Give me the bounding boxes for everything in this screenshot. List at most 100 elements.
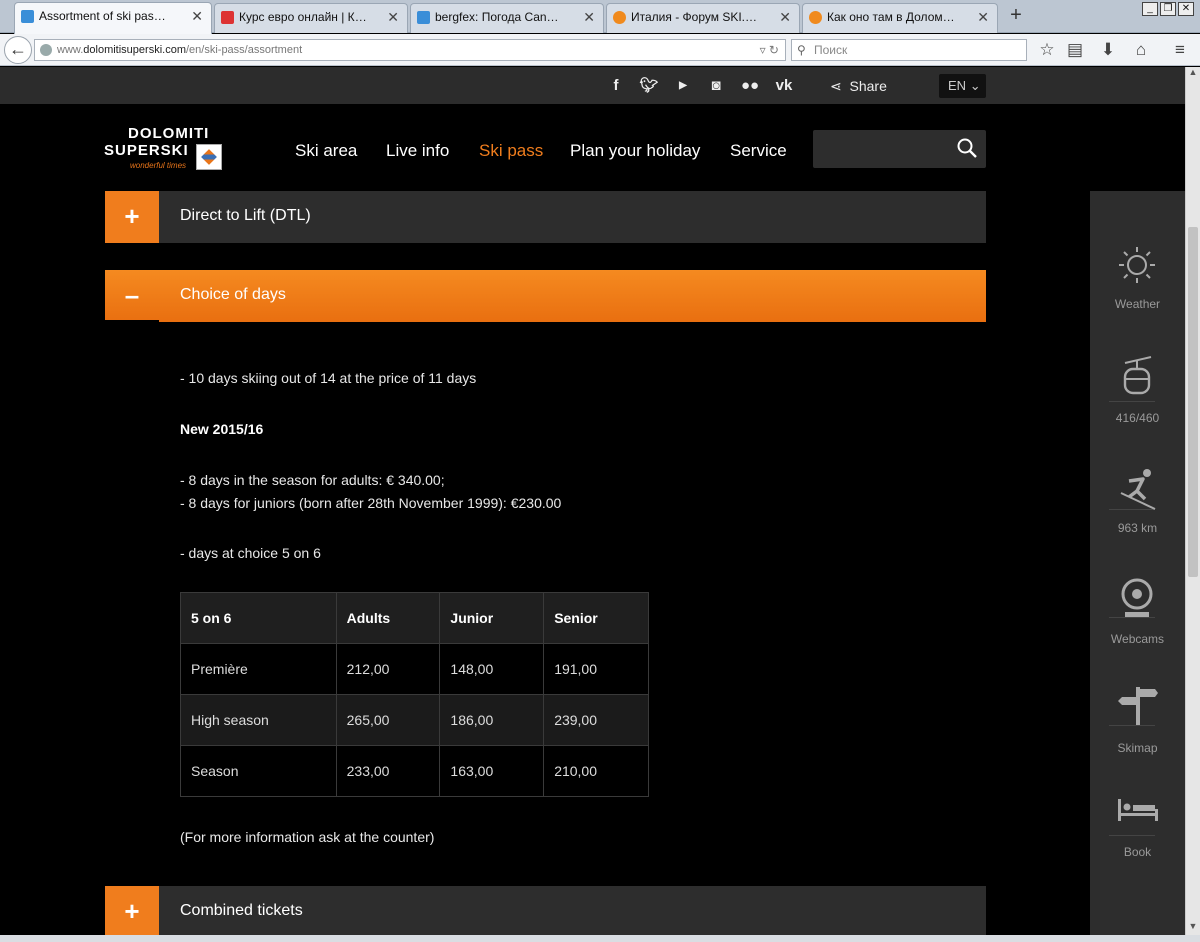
download-icon[interactable]: ⬇ [1096,38,1120,62]
accordion-title: Direct to Lift (DTL) [180,207,311,224]
nav-live-info[interactable]: Live info [386,141,449,161]
home-icon[interactable]: ⌂ [1129,38,1153,62]
sidebar-item-skimap[interactable]: Skimap [1090,683,1185,791]
nav-service[interactable]: Service [730,141,787,161]
table-cell: 233,00 [335,745,441,797]
browser-tab-0[interactable]: Assortment of ski passes D... ✕ [14,2,212,34]
scrollbar-thumb[interactable] [1188,227,1198,577]
favicon-icon [613,11,626,24]
favicon-icon [417,11,430,24]
sidebar-item-webcams[interactable]: Webcams [1090,576,1185,684]
facebook-icon[interactable]: f [604,75,628,97]
accordion-combined-tickets[interactable]: + Combined tickets [105,886,986,935]
favicon-icon [809,11,822,24]
offer-line-juniors: - 8 days for juniors (born after 28th No… [180,495,562,511]
dolomiti-superski-logo[interactable]: DOLOMITI SUPERSKI wonderful times [104,125,224,175]
table-cell: 210,00 [543,745,649,797]
page-scrollbar[interactable]: ▲ ▼ [1185,67,1200,935]
sidebar-label: 416/460 [1115,411,1160,425]
close-tab-icon[interactable]: ✕ [779,4,791,30]
favicon-icon [221,11,234,24]
table-cell: 186,00 [439,694,545,746]
twitter-icon[interactable]: 🐦︎ [637,75,661,97]
site-header: DOLOMITI SUPERSKI wonderful times Ski ar… [0,104,1185,191]
url-path: /en/ski-pass/assortment [185,44,303,56]
sidebar-item-slopes[interactable]: 963 km [1090,467,1185,575]
instagram-icon[interactable]: ◙ [704,75,728,97]
sun-icon [1119,247,1155,283]
close-window-icon[interactable]: ✕ [1178,2,1194,16]
accordion-direct-to-lift[interactable]: + Direct to Lift (DTL) [105,191,986,243]
collapse-icon[interactable]: – [105,270,159,322]
accordion-title: Combined tickets [180,902,303,919]
search-icon[interactable] [956,137,978,159]
new-tab-button[interactable]: + [1006,4,1026,27]
webcam-icon [1121,578,1153,617]
browser-tab-1[interactable]: Курс евро онлайн | Курс е... ✕ [214,3,408,33]
accordion-title: Choice of days [180,286,286,303]
close-tab-icon[interactable]: ✕ [583,4,595,30]
table-row: Première 212,00 148,00 191,00 [180,643,649,695]
globe-icon [40,44,52,56]
share-icon: ⋖ [830,78,842,94]
browser-tab-3[interactable]: Италия - Форум SKI.RU ✕ [606,3,800,33]
nav-ski-area[interactable]: Ski area [295,141,357,161]
url-bar[interactable]: www.dolomitisuperski.com/en/ski-pass/ass… [34,39,786,61]
tab-label: Италия - Форум SKI.RU [631,10,759,24]
logo-line2: SUPERSKI [104,142,189,159]
search-icon: ⚲ [797,43,806,57]
close-tab-icon[interactable]: ✕ [387,4,399,30]
accordion-choice-of-days[interactable]: – Choice of days [105,270,986,322]
scroll-down-icon[interactable]: ▼ [1186,921,1200,935]
reload-icon[interactable]: ▿ ↻ [760,40,779,60]
minimize-icon[interactable]: _ [1142,2,1158,16]
sidebar-item-book[interactable]: Book [1090,795,1185,903]
sidebar-label: Book [1123,845,1152,859]
bed-icon [1118,799,1158,821]
table-header-cell: Junior [439,592,545,644]
table-header-cell: Senior [543,592,649,644]
table-cell: 148,00 [439,643,545,695]
expand-icon[interactable]: + [105,191,159,243]
table-header-cell: Adults [335,592,441,644]
expand-icon[interactable]: + [105,886,159,935]
close-tab-icon[interactable]: ✕ [191,3,203,29]
language-select[interactable]: EN ⌄ [939,74,986,98]
scroll-up-icon[interactable]: ▲ [1186,67,1200,81]
sidebar-label: Webcams [1110,632,1165,646]
menu-icon[interactable]: ≡ [1168,38,1192,62]
url-host: dolomitisuperski.com [83,44,186,56]
browser-tab-4[interactable]: Как оно там в Доломитах ... ✕ [802,3,998,33]
back-button[interactable]: ← [4,36,32,64]
table-cell: 163,00 [439,745,545,797]
nav-ski-pass[interactable]: Ski pass [479,141,543,161]
bookmark-star-icon[interactable]: ☆ [1035,38,1059,62]
tab-label: Assortment of ski passes D... [39,9,171,23]
offer-line-adults: - 8 days in the season for adults: € 340… [180,472,445,488]
counter-footnote: (For more information ask at the counter… [180,829,435,845]
url-prefix: www. [57,44,84,56]
youtube-icon[interactable]: ▶ [671,75,695,97]
reading-list-icon[interactable]: ▤ [1063,38,1087,62]
table-header-cell: 5 on 6 [180,592,337,644]
browser-search-input[interactable]: ⚲ Поиск [791,39,1027,61]
site-search-input[interactable] [813,130,986,168]
close-tab-icon[interactable]: ✕ [977,4,989,30]
flickr-icon[interactable]: ●● [738,75,762,97]
share-label: Share [849,78,887,94]
table-cell: 191,00 [543,643,649,695]
restore-icon[interactable]: ❐ [1160,2,1176,16]
tab-label: Как оно там в Доломитах ... [827,10,957,24]
sidebar-item-lifts[interactable]: 416/460 [1090,355,1185,463]
sidebar-item-weather[interactable]: Weather [1090,245,1185,353]
nav-plan-your-holiday[interactable]: Plan your holiday [570,141,700,161]
share-button[interactable]: ⋖ Share [830,75,887,97]
browser-tab-2[interactable]: bergfex: Погода Canazei - ... ✕ [410,3,604,33]
browser-tab-bar: Assortment of ski passes D... ✕ Курс евр… [0,0,1200,34]
sidebar-label: Weather [1114,297,1161,311]
chevron-down-icon: ⌄ [969,78,981,93]
cable-car-icon [1123,356,1152,395]
table-cell: 265,00 [335,694,441,746]
website: f 🐦︎ ▶ ◙ ●● vk ⋖ Share EN ⌄ DOLOMITI SUP… [0,67,1185,935]
vk-icon[interactable]: vk [772,75,796,97]
